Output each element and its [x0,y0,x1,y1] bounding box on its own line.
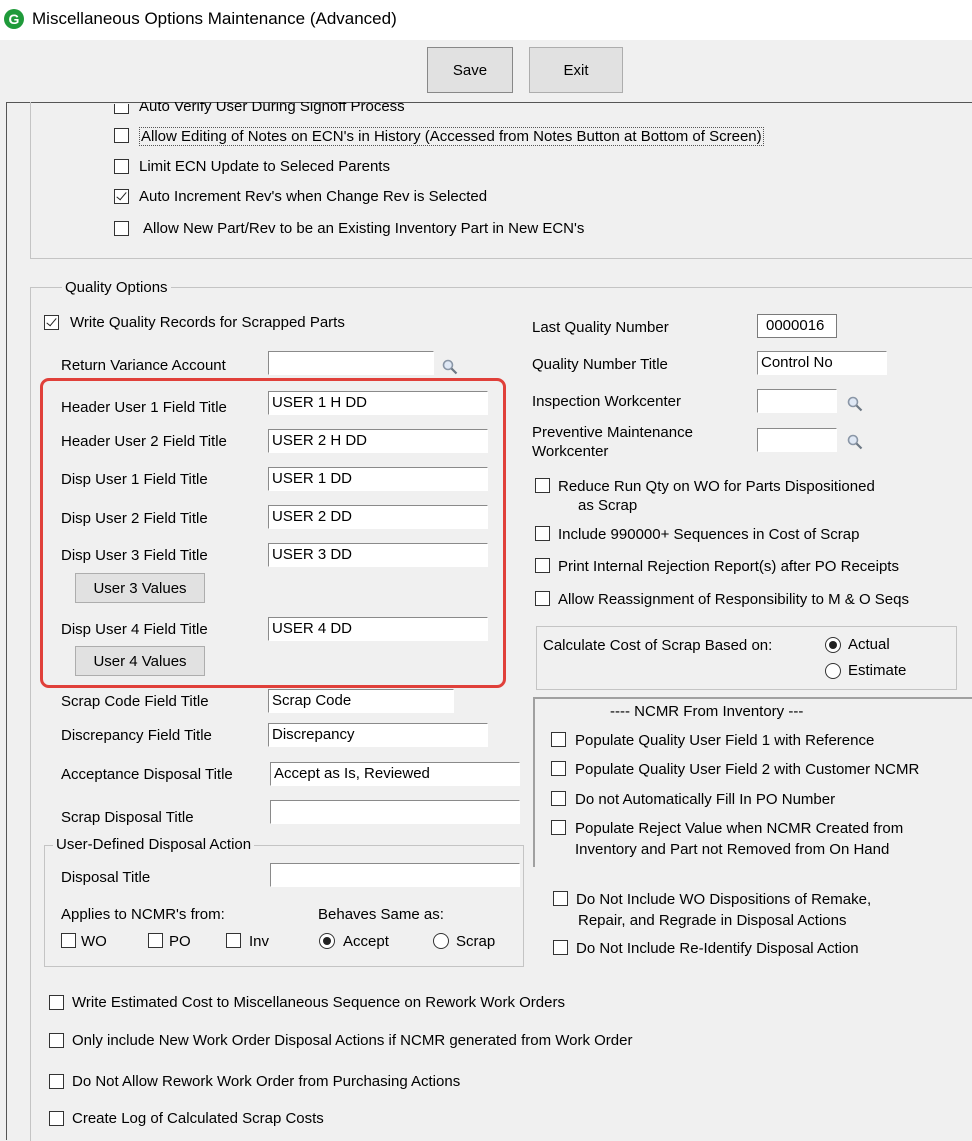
top-option-label: Auto Increment Rev's when Change Rev is … [139,188,488,205]
pm-workcenter-label-line2: Workcenter [532,443,609,460]
quality-options-legend: Quality Options [62,279,171,296]
inspection-workcenter-label: Inspection Workcenter [532,393,681,410]
exit-button[interactable]: Exit [529,47,623,93]
top-option-checkbox[interactable] [114,128,129,143]
bottom-option-checkbox[interactable] [49,995,64,1010]
discrepancy-input[interactable]: Discrepancy [268,723,488,747]
include-990000-checkbox[interactable] [535,526,550,541]
bottom-option-label: Create Log of Calculated Scrap Costs [72,1110,324,1127]
title-bar: G Miscellaneous Options Maintenance (Adv… [0,0,972,40]
disposal-title-input[interactable] [270,863,520,887]
left-edge-divider [6,102,7,1140]
write-quality-records-label: Write Quality Records for Scrapped Parts [70,314,345,331]
ncmr-inventory-legend: ---- NCMR From Inventory --- [610,703,804,720]
behaves-scrap-label: Scrap [456,933,496,950]
applies-to-label: Applies to NCMR's from: [61,906,225,923]
ncmr-item-label-line2: Inventory and Part not Removed from On H… [575,841,890,858]
pm-workcenter-label-line1: Preventive Maintenance [532,424,693,441]
search-icon[interactable] [846,395,864,413]
ncmr-item-checkbox[interactable] [551,761,566,776]
discrepancy-label: Discrepancy Field Title [61,727,212,744]
scrap-disposal-input[interactable] [270,800,520,824]
top-option-checkbox[interactable] [114,159,129,174]
last-quality-number-input[interactable]: 0000016 [757,314,837,338]
ncmr-item-label: Do not Automatically Fill In PO Number [575,791,836,808]
ncmr-item-checkbox[interactable] [551,732,566,747]
print-rejection-report-label: Print Internal Rejection Report(s) after… [558,558,899,575]
quality-number-title-input[interactable]: Control No [757,351,887,375]
top-option-checkbox[interactable] [114,221,129,236]
app-logo-icon: G [4,9,24,29]
cost-actual-radio[interactable] [825,637,841,653]
reduce-run-qty-checkbox[interactable] [535,478,550,493]
top-option-label: Limit ECN Update to Seleced Parents [139,158,390,175]
behaves-scrap-radio[interactable] [433,933,449,949]
top-option-checkbox[interactable] [114,189,129,204]
print-rejection-report-checkbox[interactable] [535,558,550,573]
scrap-disposal-label: Scrap Disposal Title [61,809,194,826]
applies-wo-label: WO [81,933,107,950]
exclude-wo-dispositions-checkbox[interactable] [553,891,568,906]
cost-of-scrap-box [536,626,957,690]
behaves-accept-label: Accept [343,933,389,950]
bottom-option-label: Write Estimated Cost to Miscellaneous Se… [72,994,565,1011]
reduce-run-qty-label-line1: Reduce Run Qty on WO for Parts Dispositi… [558,478,875,495]
exclude-wo-dispositions-label-line1: Do Not Include WO Dispositions of Remake… [576,891,872,908]
search-icon[interactable] [441,358,459,376]
behaves-accept-radio[interactable] [319,933,335,949]
allow-reassignment-label: Allow Reassignment of Responsibility to … [558,591,909,608]
acceptance-label: Acceptance Disposal Title [61,766,233,783]
pm-workcenter-input[interactable] [757,428,837,452]
applies-po-checkbox[interactable] [148,933,163,948]
exclude-reidentify-checkbox[interactable] [553,940,568,955]
allow-reassignment-checkbox[interactable] [535,591,550,606]
acceptance-input[interactable]: Accept as Is, Reviewed [270,762,520,786]
last-quality-number-label: Last Quality Number [532,319,669,336]
write-quality-records-checkbox[interactable] [44,315,59,330]
applies-po-label: PO [169,933,191,950]
ncmr-item-checkbox[interactable] [551,820,566,835]
cost-actual-label: Actual [848,636,890,653]
top-option-label: Allow New Part/Rev to be an Existing Inv… [143,220,585,237]
applies-inv-checkbox[interactable] [226,933,241,948]
include-990000-label: Include 990000+ Sequences in Cost of Scr… [558,526,860,543]
scrap-code-label: Scrap Code Field Title [61,693,209,710]
search-icon[interactable] [846,433,864,451]
exclude-reidentify-label: Do Not Include Re-Identify Disposal Acti… [576,940,859,957]
cost-of-scrap-label: Calculate Cost of Scrap Based on: [543,637,773,654]
disposal-title-label: Disposal Title [61,869,151,886]
save-button[interactable]: Save [427,47,513,93]
reduce-run-qty-label-line2: as Scrap [578,497,638,514]
ncmr-item-label: Populate Reject Value when NCMR Created … [575,820,904,837]
quality-number-title-label: Quality Number Title [532,356,668,373]
inspection-workcenter-input[interactable] [757,389,837,413]
top-option-label: Auto Verify User During Signoff Process [139,102,405,115]
top-option-label: Allow Editing of Notes on ECN's in Histo… [139,127,764,146]
return-variance-input[interactable] [268,351,434,375]
return-variance-label: Return Variance Account [61,357,226,374]
user-defined-disposal-legend: User-Defined Disposal Action [53,836,255,853]
highlight-annotation [40,378,506,688]
top-option-checkbox[interactable] [114,104,129,114]
behaves-same-label: Behaves Same as: [318,906,444,923]
window-title: Miscellaneous Options Maintenance (Advan… [32,9,397,28]
ncmr-item-label: Populate Quality User Field 2 with Custo… [575,761,920,778]
cost-estimate-label: Estimate [848,662,907,679]
applies-inv-label: Inv [249,933,270,950]
scrap-code-input[interactable]: Scrap Code [268,689,454,713]
bottom-option-checkbox[interactable] [49,1033,64,1048]
bottom-option-label: Only include New Work Order Disposal Act… [72,1032,633,1049]
ncmr-item-label: Populate Quality User Field 1 with Refer… [575,732,875,749]
cost-estimate-radio[interactable] [825,663,841,679]
bottom-option-checkbox[interactable] [49,1074,64,1089]
ncmr-item-checkbox[interactable] [551,791,566,806]
bottom-option-checkbox[interactable] [49,1111,64,1126]
applies-wo-checkbox[interactable] [61,933,76,948]
bottom-option-label: Do Not Allow Rework Work Order from Purc… [72,1073,461,1090]
exclude-wo-dispositions-label-line2: Repair, and Regrade in Disposal Actions [578,912,847,929]
